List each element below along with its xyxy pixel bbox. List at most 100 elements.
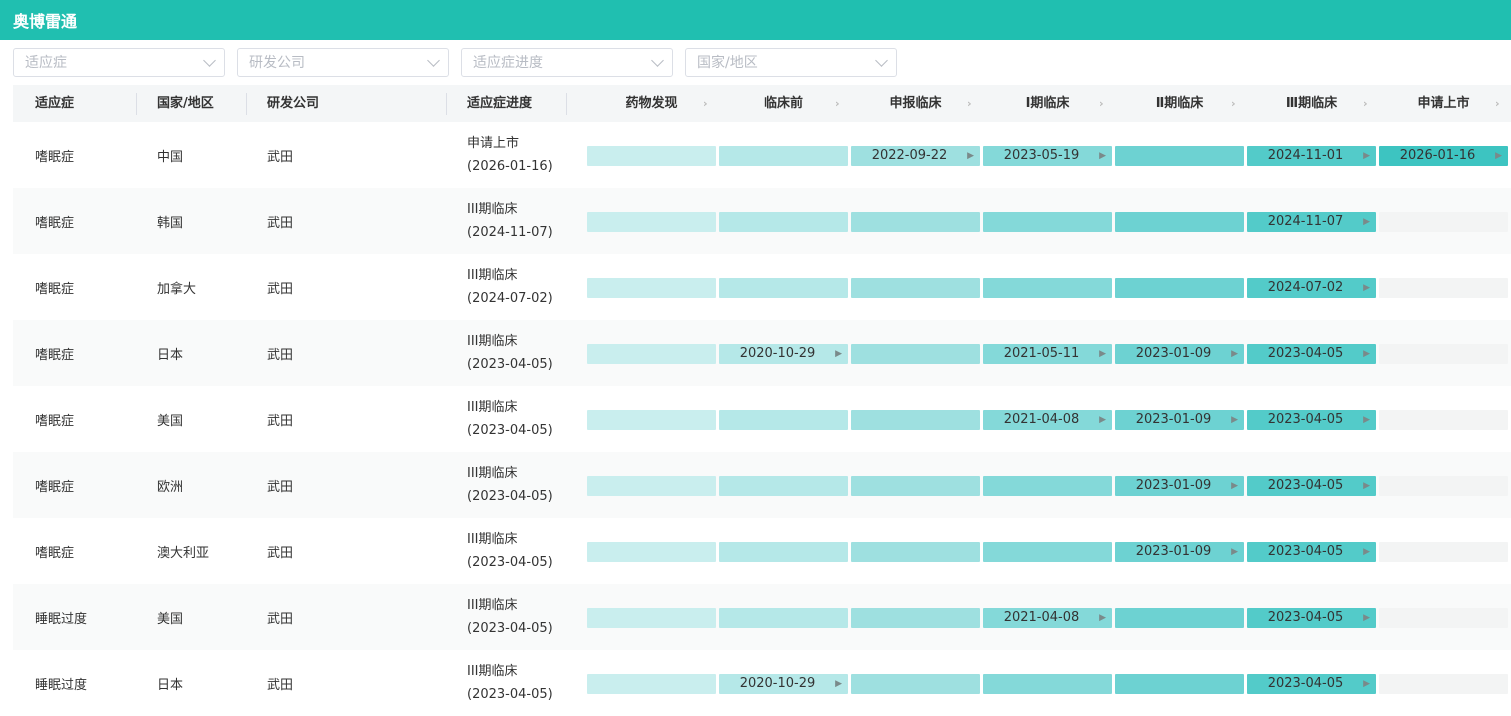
- progress-cell: III期临床 (2023-04-05): [467, 584, 587, 650]
- stage-segment-7[interactable]: [1379, 410, 1508, 430]
- table-row[interactable]: 嗜眠症 中国 武田 申请上市 (2026-01-16) 2022-09-22 ▶ 2023-0…: [13, 122, 1511, 188]
- stage-date: 2021-04-08: [1003, 412, 1080, 427]
- stage-segment-5[interactable]: 2023-01-09 ▶: [1115, 344, 1244, 364]
- stage-segment-6[interactable]: 2024-11-07 ▶: [1247, 212, 1376, 232]
- stage-segment-3[interactable]: [851, 410, 980, 430]
- header-progress[interactable]: 适应症进度: [447, 85, 567, 122]
- stage-segment-4[interactable]: 2021-05-11 ▶: [983, 344, 1112, 364]
- stage-segment-7[interactable]: [1379, 278, 1508, 298]
- indication-filter[interactable]: 适应症: [13, 47, 225, 77]
- stage-segment-5[interactable]: 2023-01-09 ▶: [1115, 542, 1244, 562]
- header-stage-5[interactable]: Ⅱ期临床: [1115, 85, 1244, 122]
- stage-segment-7[interactable]: [1379, 476, 1508, 496]
- stage-segment-1[interactable]: [587, 278, 716, 298]
- header-stage-1[interactable]: 药物发现: [587, 85, 716, 122]
- stage-segment-5[interactable]: [1115, 608, 1244, 628]
- table-row[interactable]: 睡眠过度 美国 武田 III期临床 (2023-04-05) 2021-04-08 ▶ 202…: [13, 584, 1511, 650]
- stage-segment-1[interactable]: [587, 410, 716, 430]
- stage-segment-2[interactable]: [719, 410, 848, 430]
- stage-segment-3[interactable]: [851, 476, 980, 496]
- table-row[interactable]: 睡眠过度 日本 武田 III期临床 (2023-04-05) 2020-10-29 ▶ 202…: [13, 650, 1511, 716]
- stage-segment-2[interactable]: [719, 542, 848, 562]
- stage-segment-4[interactable]: 2021-04-08 ▶: [983, 608, 1112, 628]
- header-stage-3[interactable]: 申报临床: [851, 85, 980, 122]
- stage-segment-3[interactable]: 2022-09-22 ▶: [851, 146, 980, 166]
- stage-segment-4[interactable]: 2023-05-19 ▶: [983, 146, 1112, 166]
- stage-segment-1[interactable]: [587, 344, 716, 364]
- table-row[interactable]: 嗜眠症 加拿大 武田 III期临床 (2024-07-02) 2024-07-02 ▶: [13, 254, 1511, 320]
- stage-segment-5[interactable]: 2023-01-09 ▶: [1115, 476, 1244, 496]
- stage-segment-6[interactable]: 2023-04-05 ▶: [1247, 608, 1376, 628]
- progress-filter[interactable]: 适应症进度: [461, 47, 673, 77]
- company-cell: 武田: [267, 677, 294, 693]
- table-row[interactable]: 嗜眠症 美国 武田 III期临床 (2023-04-05) 2021-04-08 ▶ 2023…: [13, 386, 1511, 452]
- progress-stage: III期临床: [467, 598, 518, 613]
- stage-segment-6[interactable]: 2023-04-05 ▶: [1247, 344, 1376, 364]
- stage-segment-4[interactable]: [983, 212, 1112, 232]
- stage-segment-1[interactable]: [587, 542, 716, 562]
- stage-segment-2[interactable]: [719, 608, 848, 628]
- stage-segment-6[interactable]: 2024-07-02 ▶: [1247, 278, 1376, 298]
- stage-segment-1[interactable]: [587, 476, 716, 496]
- stage-segment-3[interactable]: [851, 608, 980, 628]
- table-row[interactable]: 嗜眠症 欧洲 武田 III期临床 (2023-04-05) 2023-01-09 ▶ 2023…: [13, 452, 1511, 518]
- stage-segment-5[interactable]: [1115, 146, 1244, 166]
- stage-segment-7[interactable]: [1379, 344, 1508, 364]
- stage-segment-4[interactable]: 2021-04-08 ▶: [983, 410, 1112, 430]
- stage-segment-4[interactable]: [983, 542, 1112, 562]
- stage-segment-4[interactable]: [983, 278, 1112, 298]
- stage-segment-2[interactable]: [719, 476, 848, 496]
- header-country[interactable]: 国家/地区: [137, 85, 247, 122]
- stage-segment-2[interactable]: [719, 278, 848, 298]
- table-row[interactable]: 嗜眠症 韩国 武田 III期临床 (2024-11-07) 2024-11-07 ▶: [13, 188, 1511, 254]
- header-stage-6[interactable]: Ⅲ期临床: [1247, 85, 1376, 122]
- progress-cell: III期临床 (2023-04-05): [467, 320, 587, 386]
- stage-segment-2[interactable]: [719, 146, 848, 166]
- stage-segment-3[interactable]: [851, 542, 980, 562]
- stage-segment-6[interactable]: 2023-04-05 ▶: [1247, 476, 1376, 496]
- milestone-flag-icon: ▶: [1099, 415, 1106, 425]
- stage-segment-2[interactable]: 2020-10-29 ▶: [719, 344, 848, 364]
- progress-stage: III期临床: [467, 202, 518, 217]
- header-company[interactable]: 研发公司: [247, 85, 447, 122]
- stage-segment-7[interactable]: 2026-01-16 ▶: [1379, 146, 1508, 166]
- stage-segment-4[interactable]: [983, 674, 1112, 694]
- stage-segment-4[interactable]: [983, 476, 1112, 496]
- stage-segment-6[interactable]: 2023-04-05 ▶: [1247, 410, 1376, 430]
- header-stage-7[interactable]: 申请上市: [1379, 85, 1508, 122]
- table-row[interactable]: 嗜眠症 日本 武田 III期临床 (2023-04-05) 2020-10-29 ▶ 2021…: [13, 320, 1511, 386]
- country-filter[interactable]: 国家/地区: [685, 47, 897, 77]
- stage-segment-7[interactable]: [1379, 674, 1508, 694]
- stage-segment-5[interactable]: 2023-01-09 ▶: [1115, 410, 1244, 430]
- stage-segment-2[interactable]: 2020-10-29 ▶: [719, 674, 848, 694]
- header-indication[interactable]: 适应症: [13, 85, 137, 122]
- stage-segment-7[interactable]: [1379, 542, 1508, 562]
- stage-segment-3[interactable]: [851, 674, 980, 694]
- header-stage-2[interactable]: 临床前: [719, 85, 848, 122]
- filter-bar: 适应症 研发公司 适应症进度 国家/地区: [0, 40, 1511, 84]
- chevron-down-icon: [203, 53, 216, 67]
- stage-segment-1[interactable]: [587, 212, 716, 232]
- stage-segment-6[interactable]: 2023-04-05 ▶: [1247, 674, 1376, 694]
- table-row[interactable]: 嗜眠症 澳大利亚 武田 III期临床 (2023-04-05) 2023-01-09 ▶ 20…: [13, 518, 1511, 584]
- stage-segment-5[interactable]: [1115, 278, 1244, 298]
- stage-segment-3[interactable]: [851, 278, 980, 298]
- stage-segment-1[interactable]: [587, 608, 716, 628]
- stage-date: 2023-04-05: [1267, 346, 1344, 361]
- stage-segment-5[interactable]: [1115, 674, 1244, 694]
- country-cell: 日本: [157, 677, 184, 693]
- table-body: 嗜眠症 中国 武田 申请上市 (2026-01-16) 2022-09-22 ▶ 2023-0…: [13, 122, 1511, 716]
- stage-segment-3[interactable]: [851, 344, 980, 364]
- header-stage-4[interactable]: Ⅰ期临床: [983, 85, 1112, 122]
- stage-segment-5[interactable]: [1115, 212, 1244, 232]
- stage-segment-2[interactable]: [719, 212, 848, 232]
- stage-segment-6[interactable]: 2024-11-01 ▶: [1247, 146, 1376, 166]
- stage-segment-1[interactable]: [587, 674, 716, 694]
- stage-segment-7[interactable]: [1379, 608, 1508, 628]
- company-filter[interactable]: 研发公司: [237, 47, 449, 77]
- stage-segment-1[interactable]: [587, 146, 716, 166]
- stage-segment-7[interactable]: [1379, 212, 1508, 232]
- app-title: 奥博雷通: [13, 12, 78, 31]
- stage-segment-3[interactable]: [851, 212, 980, 232]
- stage-segment-6[interactable]: 2023-04-05 ▶: [1247, 542, 1376, 562]
